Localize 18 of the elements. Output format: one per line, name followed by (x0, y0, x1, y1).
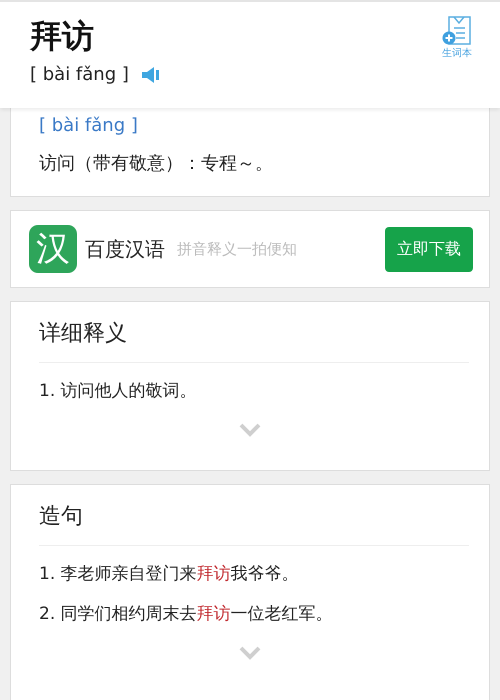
example-sentence: 2. 同学们相约周末去拜访一位老红军。 (39, 603, 334, 626)
definition-text: 访问（带有敬意）：专程～。 (39, 152, 274, 176)
expand-chevron-icon[interactable] (239, 646, 261, 660)
section-title: 造句 (38, 503, 84, 531)
headword: 拜访 (30, 16, 95, 56)
app-slogan: 拼音释义一拍便知 (177, 240, 298, 258)
app-name: 百度汉语 (85, 236, 165, 262)
pinyin: [ bài fǎng ] (30, 64, 129, 85)
wordbook-label[interactable]: 生词本 (442, 46, 472, 60)
wordbook-add-icon[interactable] (442, 16, 472, 46)
app-logo: 汉 (29, 225, 77, 273)
speaker-icon[interactable] (140, 66, 161, 84)
definition-item: 1. 访问他人的敬词。 (39, 380, 198, 403)
download-button[interactable]: 立即下载 (385, 226, 473, 272)
expand-chevron-icon[interactable] (239, 423, 261, 437)
example-sentence: 1. 李老师亲自登门来拜访我爷爷。 (39, 563, 300, 586)
section-title: 详细释义 (38, 320, 128, 348)
pinyin: [ bài fǎng ] (39, 114, 139, 138)
